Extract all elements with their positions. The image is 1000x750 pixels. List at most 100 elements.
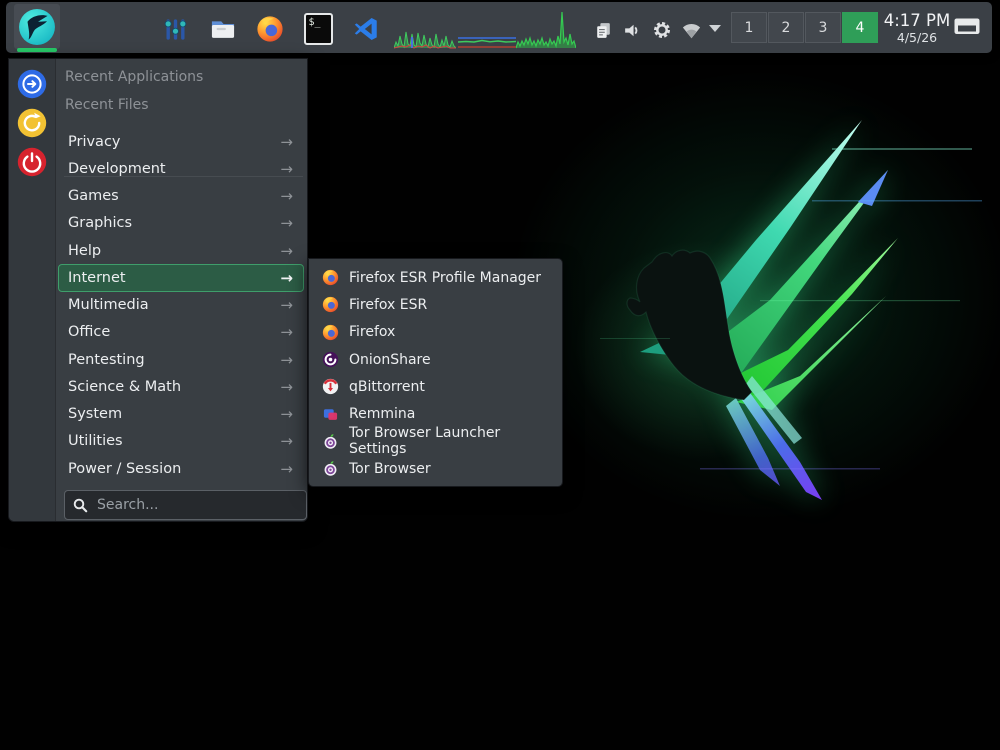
search-input[interactable] <box>95 496 298 514</box>
menu-category-development[interactable]: Development → <box>58 155 304 182</box>
workspace-4-button[interactable]: 4 <box>842 12 878 43</box>
terminal-icon: $_ <box>304 13 333 45</box>
search-icon <box>73 498 88 513</box>
menu-category-pentesting[interactable]: Pentesting → <box>58 346 304 373</box>
network-graph[interactable] <box>458 28 516 50</box>
tor-browser-icon <box>322 433 339 450</box>
workspace-label: 4 <box>856 20 865 36</box>
menu-category-internet[interactable]: Internet → <box>58 264 304 291</box>
vscode-launcher[interactable] <box>349 10 383 48</box>
arrow-right-icon: → <box>280 296 293 314</box>
internet-submenu: Firefox ESR Profile Manager Firefox ESR … <box>308 258 563 487</box>
gear-icon <box>652 20 672 40</box>
sliders-icon <box>162 16 189 43</box>
menu-category-power-session[interactable]: Power / Session → <box>58 455 304 482</box>
menu-category-office[interactable]: Office → <box>58 319 304 346</box>
category-label: Development <box>68 161 280 177</box>
submenu-item-firefox-esr-profile-manager[interactable]: Firefox ESR Profile Manager <box>309 264 562 291</box>
submenu-item-label: Firefox ESR Profile Manager <box>349 270 541 286</box>
category-label: System <box>68 406 280 422</box>
submenu-item-firefox[interactable]: Firefox <box>309 319 562 346</box>
category-label: Utilities <box>68 433 280 449</box>
arrow-right-icon: → <box>280 378 293 396</box>
category-label: Power / Session <box>68 461 280 477</box>
applications-menu: Recent Applications Recent Files Privacy… <box>8 58 308 522</box>
terminal-launcher[interactable]: $_ <box>301 10 335 48</box>
arrow-right-icon: → <box>280 351 293 369</box>
category-label: Pentesting <box>68 352 280 368</box>
restart-button[interactable] <box>17 108 47 138</box>
arrow-right-icon: → <box>280 160 293 178</box>
parrot-logo-icon <box>18 8 56 46</box>
search-box <box>64 490 307 520</box>
vscode-icon <box>352 15 380 43</box>
file-manager-launcher[interactable] <box>206 10 240 48</box>
active-launcher-indicator <box>17 48 57 52</box>
category-label: Office <box>68 324 280 340</box>
arrow-right-icon: → <box>280 269 293 287</box>
submenu-item-qbittorrent[interactable]: qBittorrent <box>309 373 562 400</box>
firefox-launcher[interactable] <box>253 10 287 48</box>
terminal-glyph: $_ <box>306 15 331 28</box>
tor-browser-icon <box>322 460 339 477</box>
category-label: Graphics <box>68 215 280 231</box>
network-tray[interactable] <box>681 20 702 41</box>
volume-tray[interactable] <box>622 20 643 41</box>
menu-category-utilities[interactable]: Utilities → <box>58 428 304 455</box>
clock[interactable]: 4:17 PM 4/5/26 <box>882 8 952 48</box>
firefox-icon <box>322 324 339 341</box>
submenu-item-firefox-esr[interactable]: Firefox ESR <box>309 291 562 318</box>
firefox-icon <box>322 296 339 313</box>
speaker-icon <box>622 20 643 41</box>
submenu-item-tor-browser[interactable]: Tor Browser <box>309 455 562 482</box>
firefox-icon <box>322 269 339 286</box>
logout-button[interactable] <box>17 69 47 99</box>
recent-applications-item[interactable]: Recent Applications <box>65 69 203 85</box>
workspace-1-button[interactable]: 1 <box>731 12 767 43</box>
menu-category-science-math[interactable]: Science & Math → <box>58 373 304 400</box>
applications-menu-button[interactable] <box>14 4 60 49</box>
submenu-item-label: Tor Browser <box>349 461 431 477</box>
submenu-item-label: Firefox <box>349 324 395 340</box>
qbittorrent-icon <box>322 378 339 395</box>
arrow-right-icon: → <box>280 242 293 260</box>
submenu-item-remmina[interactable]: Remmina <box>309 400 562 427</box>
menu-category-multimedia[interactable]: Multimedia → <box>58 292 304 319</box>
settings-manager-launcher[interactable] <box>158 10 192 48</box>
remmina-icon <box>322 406 339 423</box>
monitor-icon <box>954 18 980 36</box>
shutdown-button[interactable] <box>17 147 47 177</box>
menu-category-graphics[interactable]: Graphics → <box>58 210 304 237</box>
arrow-right-icon: → <box>280 323 293 341</box>
submenu-item-label: qBittorrent <box>349 379 425 395</box>
menu-category-games[interactable]: Games → <box>58 183 304 210</box>
submenu-item-label: OnionShare <box>349 352 431 368</box>
clock-date: 4/5/26 <box>897 30 937 45</box>
category-label: Multimedia <box>68 297 280 313</box>
menu-category-help[interactable]: Help → <box>58 237 304 264</box>
tray-expand-button[interactable] <box>709 25 721 32</box>
category-label: Games <box>68 188 280 204</box>
top-panel: $_ 1 2 3 4 <box>6 2 992 53</box>
cpu-graph[interactable] <box>394 22 456 50</box>
clock-time: 4:17 PM <box>884 11 950 30</box>
chevron-down-icon <box>709 25 721 32</box>
clipboard-manager-tray[interactable] <box>593 20 614 41</box>
disk-graph[interactable] <box>516 8 576 50</box>
workspace-2-button[interactable]: 2 <box>768 12 804 43</box>
menu-category-system[interactable]: System → <box>58 401 304 428</box>
menu-category-privacy[interactable]: Privacy → <box>58 128 304 155</box>
folder-icon <box>209 15 237 43</box>
category-label: Internet <box>68 270 280 286</box>
submenu-item-label: Firefox ESR <box>349 297 427 313</box>
recent-files-item[interactable]: Recent Files <box>65 97 149 113</box>
workspace-3-button[interactable]: 3 <box>805 12 841 43</box>
submenu-item-label: Remmina <box>349 406 415 422</box>
show-desktop-button[interactable] <box>954 18 980 36</box>
settings-tray[interactable] <box>652 20 672 40</box>
submenu-item-onionshare[interactable]: OnionShare <box>309 346 562 373</box>
submenu-item-tor-browser-launcher-settings[interactable]: Tor Browser Launcher Settings <box>309 428 562 455</box>
session-button-strip <box>9 59 56 521</box>
arrow-right-icon: → <box>280 214 293 232</box>
arrow-right-icon: → <box>280 133 293 151</box>
